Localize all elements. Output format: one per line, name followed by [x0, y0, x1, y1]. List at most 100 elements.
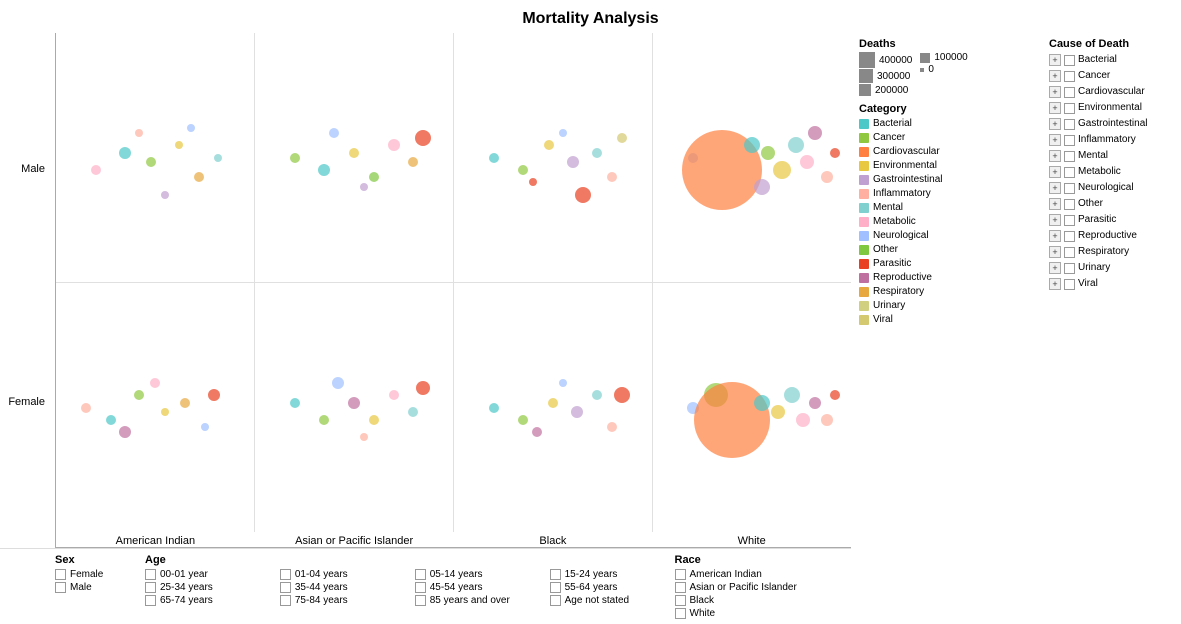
filter-item-age[interactable]: 01-04 years [280, 569, 405, 580]
data-dot[interactable] [800, 155, 814, 169]
cause-checkbox[interactable] [1064, 167, 1075, 178]
cause-checkbox[interactable] [1064, 71, 1075, 82]
data-dot[interactable] [773, 161, 791, 179]
data-dot[interactable] [175, 141, 183, 149]
data-dot[interactable] [744, 137, 760, 153]
expand-icon[interactable]: + [1049, 182, 1061, 194]
cause-checkbox[interactable] [1064, 103, 1075, 114]
data-dot[interactable] [360, 433, 368, 441]
data-dot[interactable] [349, 148, 359, 158]
filter-checkbox-age[interactable] [550, 595, 561, 606]
data-dot[interactable] [360, 183, 368, 191]
cause-item[interactable]: +Bacterial [1049, 52, 1173, 68]
filter-checkbox-race[interactable] [675, 582, 686, 593]
data-dot[interactable] [529, 178, 537, 186]
filter-item-male[interactable]: Male [55, 582, 145, 593]
data-dot[interactable] [332, 377, 344, 389]
filter-item-race[interactable]: White [675, 608, 852, 619]
cause-item[interactable]: +Cancer [1049, 68, 1173, 84]
cause-item[interactable]: +Metabolic [1049, 164, 1173, 180]
data-dot[interactable] [821, 171, 833, 183]
cause-item[interactable]: +Environmental [1049, 100, 1173, 116]
cause-item[interactable]: +Urinary [1049, 260, 1173, 276]
data-dot[interactable] [532, 427, 542, 437]
data-dot[interactable] [830, 148, 840, 158]
filter-item-age[interactable]: 15-24 years [550, 569, 675, 580]
cause-item[interactable]: +Other [1049, 196, 1173, 212]
filter-item-age[interactable]: 55-64 years [550, 582, 675, 593]
filter-item-age[interactable]: 05-14 years [415, 569, 540, 580]
expand-icon[interactable]: + [1049, 134, 1061, 146]
expand-icon[interactable]: + [1049, 246, 1061, 258]
filter-checkbox-age[interactable] [145, 595, 156, 606]
data-dot[interactable] [161, 191, 169, 199]
data-dot[interactable] [518, 415, 528, 425]
data-dot[interactable] [146, 157, 156, 167]
data-dot[interactable] [415, 130, 431, 146]
filter-checkbox-race[interactable] [675, 595, 686, 606]
expand-icon[interactable]: + [1049, 118, 1061, 130]
filter-item-race[interactable]: Asian or Pacific Islander [675, 582, 852, 593]
data-dot[interactable] [607, 172, 617, 182]
data-dot[interactable] [592, 148, 602, 158]
data-dot[interactable] [389, 390, 399, 400]
filter-item-age[interactable]: 45-54 years [415, 582, 540, 593]
cause-checkbox[interactable] [1064, 55, 1075, 66]
filter-item-age[interactable]: 35-44 years [280, 582, 405, 593]
filter-checkbox-age[interactable] [550, 569, 561, 580]
filter-checkbox-race[interactable] [675, 608, 686, 619]
filter-checkbox-age[interactable] [415, 582, 426, 593]
data-dot[interactable] [329, 128, 339, 138]
cause-item[interactable]: +Viral [1049, 276, 1173, 292]
data-dot[interactable] [808, 126, 822, 140]
data-dot[interactable] [788, 137, 804, 153]
cause-item[interactable]: +Parasitic [1049, 212, 1173, 228]
data-dot[interactable] [617, 133, 627, 143]
data-dot[interactable] [150, 378, 160, 388]
data-dot[interactable] [369, 172, 379, 182]
data-dot[interactable] [408, 157, 418, 167]
data-dot[interactable] [91, 165, 101, 175]
expand-icon[interactable]: + [1049, 86, 1061, 98]
filter-item-age[interactable]: 25-34 years [145, 582, 270, 593]
data-dot[interactable] [81, 403, 91, 413]
filter-item-age[interactable]: 75-84 years [280, 595, 405, 606]
data-dot[interactable] [544, 140, 554, 150]
cause-checkbox[interactable] [1064, 183, 1075, 194]
data-dot[interactable] [134, 390, 144, 400]
data-dot[interactable] [548, 398, 558, 408]
cause-item[interactable]: +Neurological [1049, 180, 1173, 196]
expand-icon[interactable]: + [1049, 262, 1061, 274]
data-dot[interactable] [161, 408, 169, 416]
data-dot[interactable] [319, 415, 329, 425]
data-dot[interactable] [187, 124, 195, 132]
expand-icon[interactable]: + [1049, 230, 1061, 242]
data-dot[interactable] [201, 423, 209, 431]
data-dot[interactable] [694, 382, 770, 458]
data-dot[interactable] [208, 389, 220, 401]
filter-item-race[interactable]: Black [675, 595, 852, 606]
data-dot[interactable] [135, 129, 143, 137]
filter-checkbox-age[interactable] [280, 595, 291, 606]
data-dot[interactable] [106, 415, 116, 425]
filter-checkbox-female[interactable] [55, 569, 66, 580]
cause-checkbox[interactable] [1064, 87, 1075, 98]
cause-item[interactable]: +Gastrointestinal [1049, 116, 1173, 132]
cause-item[interactable]: +Inflammatory [1049, 132, 1173, 148]
data-dot[interactable] [489, 403, 499, 413]
filter-item-age[interactable]: 85 years and over [415, 595, 540, 606]
filter-checkbox-race[interactable] [675, 569, 686, 580]
cause-checkbox[interactable] [1064, 135, 1075, 146]
cause-checkbox[interactable] [1064, 231, 1075, 242]
expand-icon[interactable]: + [1049, 214, 1061, 226]
data-dot[interactable] [489, 153, 499, 163]
data-dot[interactable] [194, 172, 204, 182]
cause-checkbox[interactable] [1064, 279, 1075, 290]
cause-checkbox[interactable] [1064, 263, 1075, 274]
data-dot[interactable] [318, 164, 330, 176]
data-dot[interactable] [214, 154, 222, 162]
filter-checkbox-age[interactable] [145, 582, 156, 593]
data-dot[interactable] [571, 406, 583, 418]
data-dot[interactable] [614, 387, 630, 403]
data-dot[interactable] [830, 390, 840, 400]
